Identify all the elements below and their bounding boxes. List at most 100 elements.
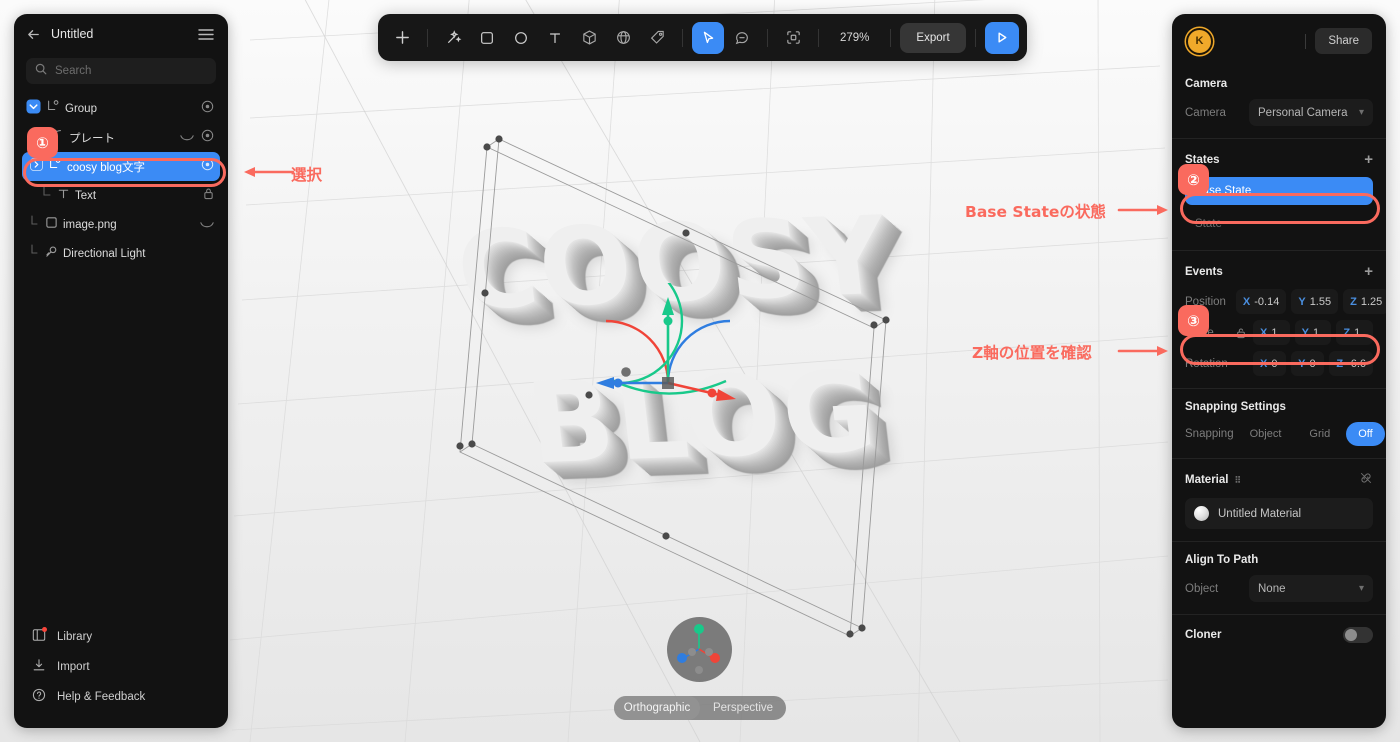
camera-field-row: Camera Personal Camera ▾	[1185, 99, 1373, 126]
text-icon[interactable]	[539, 22, 571, 54]
visibility-eye-icon[interactable]	[201, 129, 214, 147]
snapping-option-grid[interactable]: Grid	[1297, 422, 1342, 446]
events-section: Events +	[1172, 263, 1386, 280]
orientation-gizmo[interactable]	[667, 617, 732, 682]
visibility-eye-icon[interactable]	[201, 100, 214, 118]
annotation-arrow-1	[244, 167, 295, 177]
lock-icon[interactable]	[203, 187, 214, 205]
hamburger-menu-icon[interactable]	[198, 28, 214, 41]
frame-icon[interactable]	[777, 22, 809, 54]
snapping-option-off[interactable]: Off	[1346, 422, 1385, 446]
annotation-badge-3: ③	[1178, 305, 1209, 336]
scale-lock-icon[interactable]	[1234, 327, 1248, 339]
rectangle-icon[interactable]	[471, 22, 503, 54]
layer-row-image[interactable]: image.png	[22, 210, 220, 239]
transform-row-scale: Scale X 1 Y 1 Z 1	[1185, 320, 1374, 345]
import-download-icon	[32, 658, 46, 677]
material-item[interactable]: Untitled Material	[1185, 498, 1373, 529]
state-item-base-state[interactable]: Base State	[1185, 177, 1373, 205]
layers-panel-header: Untitled	[14, 14, 228, 54]
tree-branch-icon	[30, 215, 40, 234]
cube-3d-icon[interactable]	[573, 22, 605, 54]
section-divider	[1172, 388, 1386, 389]
text-t-icon	[57, 187, 70, 205]
ellipse-icon[interactable]	[505, 22, 537, 54]
scale-x-input[interactable]: X 1	[1253, 320, 1290, 345]
rotation-x-input[interactable]: X 0	[1253, 351, 1287, 376]
position-z-value: 1.25	[1360, 295, 1383, 308]
tag-icon[interactable]	[641, 22, 673, 54]
header-divider	[1305, 33, 1307, 49]
search-icon	[35, 62, 47, 80]
footer-item-help[interactable]: Help & Feedback	[22, 682, 220, 712]
add-event-button[interactable]: +	[1364, 263, 1373, 280]
sphere-3d-icon[interactable]	[607, 22, 639, 54]
scale-z-input[interactable]: Z 1	[1336, 320, 1374, 345]
events-title-text: Events	[1185, 265, 1223, 278]
snapping-field-label: Snapping	[1185, 428, 1234, 440]
cloner-title-text: Cloner	[1185, 629, 1222, 641]
cloner-toggle[interactable]	[1343, 627, 1373, 643]
axis-y-label: Y	[1301, 326, 1310, 339]
align-object-dropdown[interactable]: None ▾	[1249, 575, 1373, 602]
layer-row-text[interactable]: Text	[22, 181, 220, 210]
broken-link-icon[interactable]	[1359, 471, 1373, 489]
state-item-state[interactable]: State	[1185, 210, 1373, 238]
position-x-input[interactable]: X -0.14	[1235, 289, 1287, 314]
axis-x-label: X	[1242, 295, 1251, 308]
image-square-icon	[45, 216, 58, 234]
project-title[interactable]: Untitled	[51, 27, 188, 41]
section-divider	[1172, 458, 1386, 459]
layer-row-directional-light[interactable]: Directional Light	[22, 239, 220, 268]
help-question-icon	[32, 688, 46, 707]
add-icon[interactable]	[386, 22, 418, 54]
footer-item-library[interactable]: Library	[22, 622, 220, 652]
annotation-badge-1: ①	[27, 127, 58, 158]
projection-toggle[interactable]: Orthographic Perspective	[614, 696, 786, 720]
arrow-left-icon[interactable]	[26, 27, 41, 42]
curve-icon[interactable]	[180, 129, 194, 147]
select-cursor-icon[interactable]	[692, 21, 724, 54]
scale-y-input[interactable]: Y 1	[1294, 320, 1332, 345]
projection-perspective[interactable]: Perspective	[700, 696, 786, 720]
group-checkbox[interactable]	[26, 98, 41, 119]
annotation-arrow-3	[1117, 346, 1168, 356]
material-preview-sphere	[1194, 506, 1209, 521]
snapping-section: Snapping Settings Snapping Object Grid O…	[1172, 401, 1386, 446]
rotation-y-input[interactable]: Y 0	[1291, 351, 1325, 376]
layer-row-group[interactable]: Group	[22, 94, 220, 123]
projection-orthographic[interactable]: Orthographic	[614, 696, 700, 720]
footer-label: Import	[57, 661, 90, 673]
properties-panel-header: K Share	[1172, 14, 1386, 68]
magic-wand-icon[interactable]	[437, 22, 469, 54]
align-to-path-title: Align To Path	[1185, 554, 1259, 566]
share-button[interactable]: Share	[1315, 28, 1372, 54]
zoom-level[interactable]: 279%	[828, 32, 881, 44]
comment-icon[interactable]	[726, 22, 758, 54]
transform-gizmo[interactable]	[588, 283, 748, 408]
snapping-option-object[interactable]: Object	[1238, 422, 1294, 446]
rotation-z-input[interactable]: Z -6.6	[1329, 351, 1374, 376]
position-y-value: 1.55	[1309, 295, 1332, 308]
axis-y-label: Y	[1298, 295, 1306, 308]
position-z-input[interactable]: Z 1.25	[1343, 289, 1386, 314]
export-button[interactable]: Export	[900, 22, 966, 53]
cloner-section: Cloner	[1172, 627, 1386, 643]
chevron-right-icon[interactable]	[30, 157, 43, 176]
position-y-input[interactable]: Y 1.55	[1291, 289, 1339, 314]
camera-dropdown-value: Personal Camera	[1258, 106, 1348, 119]
footer-item-import[interactable]: Import	[22, 652, 220, 682]
add-state-button[interactable]: +	[1364, 151, 1373, 168]
play-icon[interactable]	[984, 21, 1019, 54]
section-divider	[1172, 250, 1386, 251]
avatar[interactable]: K	[1186, 27, 1213, 55]
properties-panel: K Share Camera Camera Personal Camera ▾ …	[1172, 14, 1386, 728]
curve-icon[interactable]	[200, 216, 214, 234]
search-input[interactable]: Search	[26, 58, 216, 84]
camera-dropdown[interactable]: Personal Camera ▾	[1249, 99, 1373, 126]
layers-panel: Untitled Search Group プレート coosy blog文字 …	[14, 14, 228, 728]
axis-z-label: Z	[1350, 295, 1357, 308]
visibility-eye-icon[interactable]	[201, 158, 214, 176]
library-icon	[32, 626, 47, 647]
material-section: Material ⠿ Untitled Material	[1172, 471, 1386, 529]
